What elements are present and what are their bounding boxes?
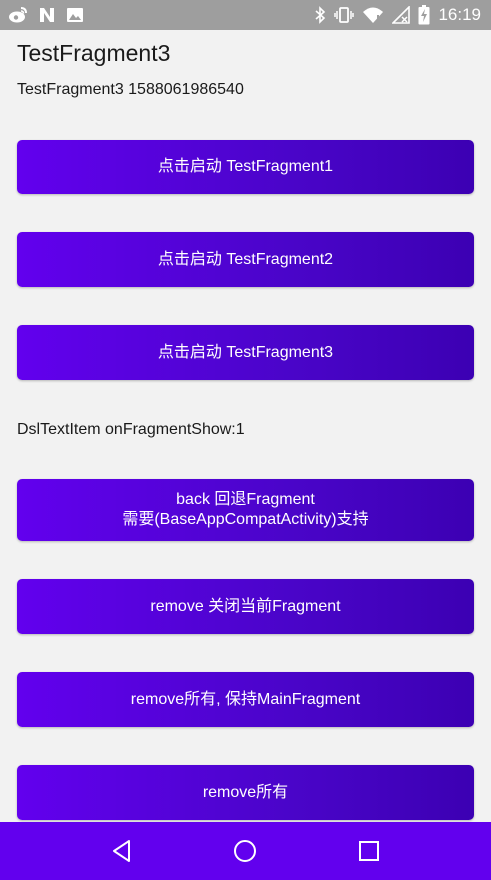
home-icon[interactable] xyxy=(225,831,265,871)
status-left-icons xyxy=(8,6,84,24)
navigation-bar xyxy=(0,822,491,880)
status-time: 16:19 xyxy=(438,5,481,24)
remove-current-fragment-button[interactable]: remove 关闭当前Fragment xyxy=(17,579,474,634)
start-testfragment1-button[interactable]: 点击启动 TestFragment1 xyxy=(17,140,474,194)
page-title: TestFragment3 xyxy=(17,40,171,66)
remove-all-keep-main-button[interactable]: remove所有, 保持MainFragment xyxy=(17,672,474,727)
back-fragment-button[interactable]: back 回退Fragment 需要(BaseAppCompatActivity… xyxy=(17,479,474,541)
wifi-icon xyxy=(362,6,384,24)
no-signal-icon xyxy=(392,6,411,24)
button-label-line2: 需要(BaseAppCompatActivity)支持 xyxy=(122,511,369,528)
bluetooth-icon xyxy=(314,6,326,24)
button-label: remove 关闭当前Fragment xyxy=(150,597,341,615)
image-icon xyxy=(66,6,84,24)
button-label: 点击启动 TestFragment3 xyxy=(157,343,334,361)
button-label: remove所有, 保持MainFragment xyxy=(130,690,361,708)
fragment-show-text: DslTextItem onFragmentShow:1 xyxy=(17,421,245,438)
remove-all-button[interactable]: remove所有 xyxy=(17,765,474,820)
recents-icon[interactable] xyxy=(349,831,389,871)
button-label: remove所有 xyxy=(202,783,289,801)
back-icon[interactable] xyxy=(102,831,142,871)
button-label-line1: back 回退Fragment xyxy=(176,491,315,508)
start-testfragment2-button[interactable]: 点击启动 TestFragment2 xyxy=(17,232,474,287)
status-bar: 16:19 xyxy=(0,0,491,30)
button-label: 点击启动 TestFragment2 xyxy=(157,250,334,268)
fragment-subtitle: TestFragment3 1588061986540 xyxy=(17,81,244,98)
weibo-icon xyxy=(8,6,28,24)
vibrate-icon xyxy=(334,6,355,24)
n-icon xyxy=(38,6,56,24)
battery-charging-icon xyxy=(418,5,430,25)
button-label: 点击启动 TestFragment1 xyxy=(157,158,334,175)
start-testfragment3-button[interactable]: 点击启动 TestFragment3 xyxy=(17,325,474,380)
status-right-icons: 16:19 xyxy=(314,5,481,25)
